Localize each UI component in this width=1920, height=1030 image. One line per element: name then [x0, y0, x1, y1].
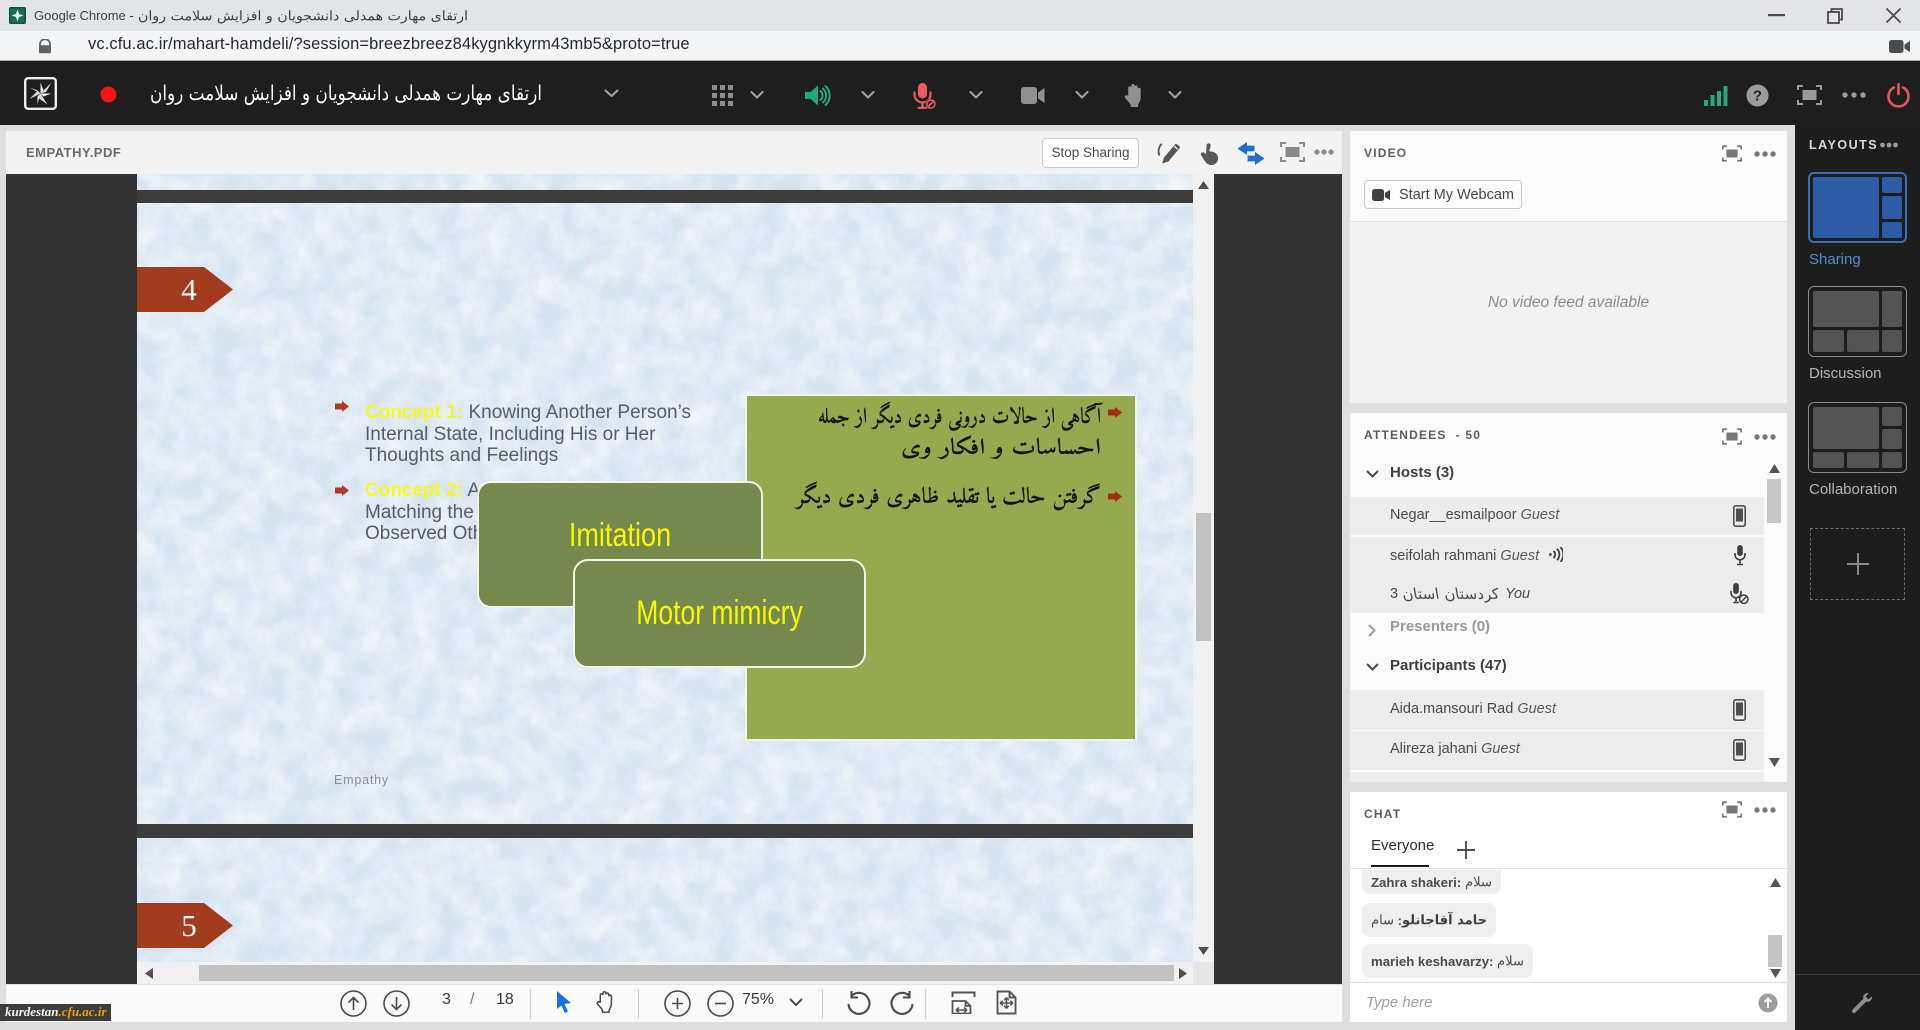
svg-text:4: 4 [181, 272, 197, 307]
svg-text:5: 5 [181, 908, 197, 943]
svg-text:?: ? [1753, 88, 1762, 105]
